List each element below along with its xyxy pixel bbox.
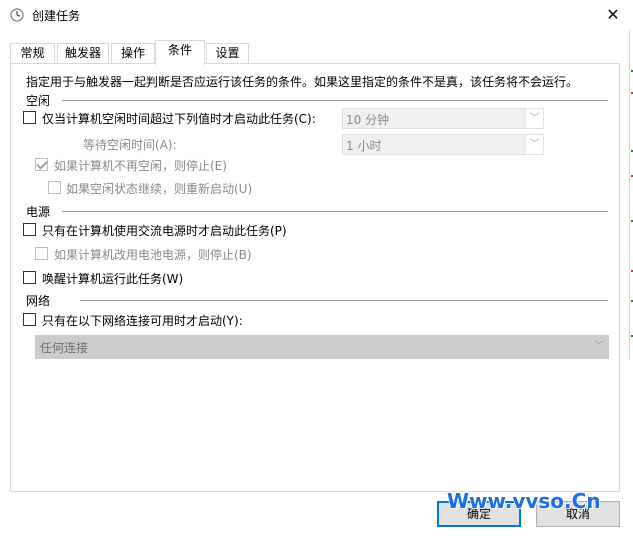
watermark: Www.vvso.Cn: [447, 489, 601, 513]
stop-on-battery-label: 如果计算机改用电池电源，则停止(B): [54, 248, 252, 262]
tab-conditions[interactable]: 条件: [155, 40, 205, 65]
idle-duration-value: 10 分钟: [346, 113, 390, 127]
conditions-description: 指定用于与触发器一起判断是否应运行该任务的条件。如果这里指定的条件不是真，该任务…: [26, 75, 579, 89]
stop-on-battery-checkbox[interactable]: [35, 247, 48, 260]
group-label-idle: 空闲: [26, 94, 51, 108]
restart-if-idle-resumes-label: 如果空闲状态继续，则重新启动(U): [66, 182, 253, 196]
tab-actions[interactable]: 操作: [111, 43, 155, 64]
tab-triggers[interactable]: 触发器: [57, 43, 109, 64]
tab-strip: 常规 触发器 操作 条件 设置: [10, 40, 630, 65]
chevron-down-icon: ﹀: [594, 341, 604, 352]
close-button[interactable]: ✕: [600, 4, 626, 26]
idle-duration-select[interactable]: 10 分钟 ﹀: [342, 108, 544, 129]
stop-if-not-idle-checkbox[interactable]: [35, 158, 48, 171]
start-only-on-ac-label: 只有在计算机使用交流电源时才启动此任务(P): [42, 224, 287, 238]
network-connection-value: 任何连接: [40, 341, 89, 355]
start-only-if-network-label: 只有在以下网络连接可用时才启动(Y):: [42, 314, 243, 328]
chevron-down-icon: ﹀: [525, 135, 543, 154]
group-divider-idle: [62, 100, 608, 101]
wait-for-idle-select[interactable]: 1 小时 ﹀: [342, 134, 544, 155]
title-bar: 创建任务 ✕: [0, 0, 633, 30]
group-label-network: 网络: [26, 294, 51, 308]
restart-if-idle-resumes-checkbox[interactable]: [48, 181, 61, 194]
tab-general[interactable]: 常规: [10, 43, 55, 64]
window-title: 创建任务: [32, 9, 81, 23]
start-only-on-ac-checkbox[interactable]: [23, 223, 36, 236]
start-only-if-idle-label: 仅当计算机空闲时间超过下列值时才启动此任务(C):: [42, 112, 316, 126]
group-divider-power: [62, 211, 608, 212]
close-icon: ✕: [606, 5, 620, 24]
clock-icon: [10, 8, 24, 22]
wait-for-idle-label: 等待空闲时间(A):: [83, 138, 177, 152]
network-connection-select[interactable]: 任何连接 ﹀: [35, 335, 609, 359]
group-label-power: 电源: [26, 205, 51, 219]
start-only-if-network-checkbox[interactable]: [23, 313, 36, 326]
wait-for-idle-value: 1 小时: [346, 139, 382, 153]
start-only-if-idle-checkbox[interactable]: [23, 111, 36, 124]
stop-if-not-idle-label: 如果计算机不再空闲，则停止(E): [54, 159, 227, 173]
wake-to-run-label: 唤醒计算机运行此任务(W): [42, 272, 184, 286]
chevron-down-icon: ﹀: [525, 109, 543, 128]
tab-settings[interactable]: 设置: [206, 43, 249, 64]
background-window-edge: [629, 30, 633, 360]
wake-to-run-checkbox[interactable]: [23, 271, 36, 284]
group-divider-network: [80, 300, 608, 301]
